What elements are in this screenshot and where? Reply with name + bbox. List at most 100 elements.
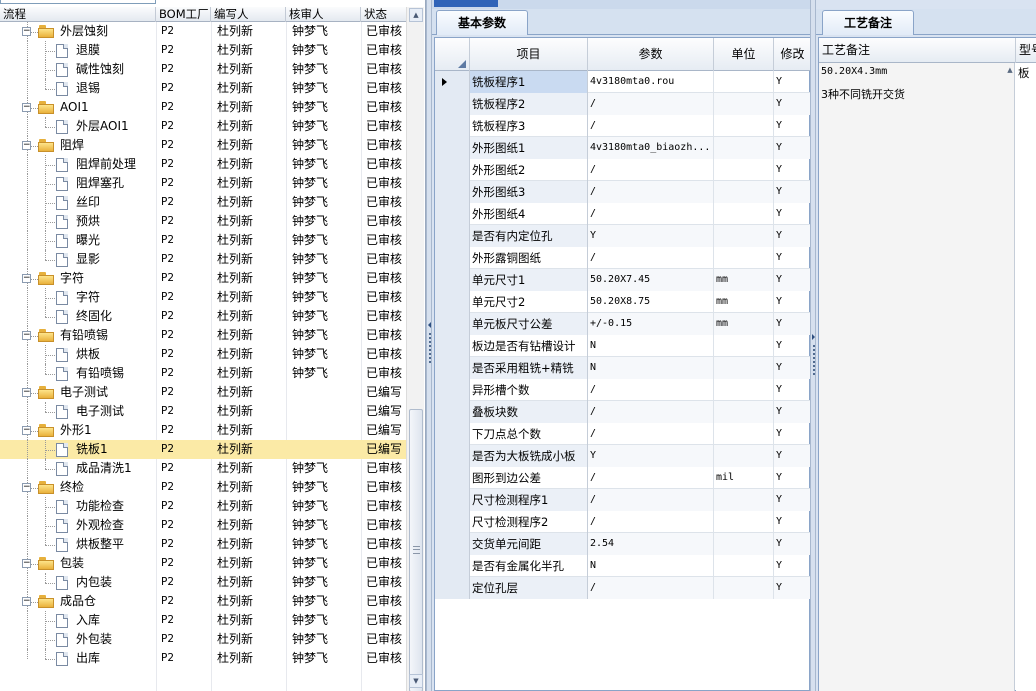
row-indicator[interactable] [435,137,470,159]
tree-leaf-row[interactable]: 烘板 P2 杜列新 钟梦飞 已审核 [0,345,406,364]
row-indicator[interactable] [435,511,470,533]
param-value-cell[interactable]: 2.54 [588,533,714,555]
param-value-cell[interactable]: N [588,357,714,379]
param-row[interactable]: 铣板程序1 4v3180mta0.rou Y [435,71,810,93]
param-mod-cell[interactable]: Y [774,445,810,467]
param-unit-cell[interactable] [714,137,774,159]
param-value-cell[interactable]: 50.20X8.75 [588,291,714,313]
param-unit-cell[interactable] [714,225,774,247]
col-header-process[interactable]: 流程 [0,7,156,22]
type-cell[interactable]: 板 [1016,63,1036,691]
param-row[interactable]: 叠板块数 / Y [435,401,810,423]
param-unit-cell[interactable] [714,401,774,423]
tree-leaf-row[interactable]: 字符 P2 杜列新 钟梦飞 已审核 [0,288,406,307]
collapse-icon[interactable]: − [22,483,31,492]
param-unit-cell[interactable] [714,181,774,203]
grid-corner-icon[interactable] [435,38,470,71]
param-unit-cell[interactable] [714,423,774,445]
collapse-icon[interactable]: − [22,597,31,606]
param-value-cell[interactable]: N [588,335,714,357]
param-unit-cell[interactable]: mm [714,269,774,291]
param-mod-cell[interactable]: Y [774,291,810,313]
row-indicator[interactable] [435,357,470,379]
tree-leaf-row[interactable]: 有铅喷锡 P2 杜列新 钟梦飞 已审核 [0,364,406,383]
param-row[interactable]: 外形图纸4/ Y [435,203,810,225]
param-row[interactable]: 是否采用粗铣+精铣 N Y [435,357,810,379]
param-row[interactable]: 外形露铜图纸 / Y [435,247,810,269]
row-indicator[interactable] [435,291,470,313]
row-indicator[interactable] [435,247,470,269]
tree-scrollbar[interactable]: ▲ ▼ [406,7,424,691]
param-value-cell[interactable]: / [588,93,714,115]
param-value-cell[interactable]: / [588,423,714,445]
row-indicator[interactable] [435,445,470,467]
tree-leaf-row[interactable]: 成品清洗1 P2 杜列新 钟梦飞 已审核 [0,459,406,478]
row-indicator[interactable] [435,533,470,555]
param-row[interactable]: 外形图纸3/ Y [435,181,810,203]
tree-folder-row[interactable]: − 成品仓 P2 杜列新 钟梦飞 已审核 [0,592,406,611]
tree-folder-row[interactable]: − AOI1 P2 杜列新 钟梦飞 已审核 [0,98,406,117]
tree-leaf-row[interactable]: 电子测试 P2 杜列新 已编写 [0,402,406,421]
row-indicator[interactable] [435,379,470,401]
param-mod-cell[interactable]: Y [774,269,810,291]
tree-leaf-row[interactable]: 内包装 P2 杜列新 钟梦飞 已审核 [0,573,406,592]
collapse-icon[interactable]: − [22,274,31,283]
param-row[interactable]: 外形图纸1 4v3180mta0_biaozh... Y [435,137,810,159]
param-row[interactable]: 尺寸检测程序1/ Y [435,489,810,511]
param-mod-cell[interactable]: Y [774,93,810,115]
param-value-cell[interactable]: / [588,577,714,599]
param-row[interactable]: 图形到边公差 / mil Y [435,467,810,489]
tree-leaf-row[interactable]: 阻焊前处理 P2 杜列新 钟梦飞 已审核 [0,155,406,174]
param-unit-cell[interactable] [714,93,774,115]
param-mod-cell[interactable]: Y [774,159,810,181]
param-value-cell[interactable]: / [588,247,714,269]
tree-leaf-row[interactable]: 出库 P2 杜列新 钟梦飞 已审核 [0,649,406,668]
tab-basic-params[interactable]: 基本参数 [436,10,528,35]
note-scroll-up-icon[interactable]: ▲ [1005,64,1015,76]
tab-process-notes[interactable]: 工艺备注 [822,10,914,35]
param-mod-cell[interactable]: Y [774,555,810,577]
col-header-unit[interactable]: 单位 [714,38,774,71]
row-indicator[interactable] [435,225,470,247]
param-mod-cell[interactable]: Y [774,401,810,423]
top-tab-active[interactable] [434,0,498,7]
tree-leaf-row[interactable]: 碱性蚀刻 P2 杜列新 钟梦飞 已审核 [0,60,406,79]
col-header-note[interactable]: 工艺备注 [819,38,1016,63]
param-row[interactable]: 异形槽个数 / Y [435,379,810,401]
param-row[interactable]: 铣板程序3/ Y [435,115,810,137]
tree-leaf-row[interactable]: 退膜 P2 杜列新 钟梦飞 已审核 [0,41,406,60]
param-value-cell[interactable]: / [588,181,714,203]
param-unit-cell[interactable] [714,379,774,401]
param-unit-cell[interactable] [714,335,774,357]
param-row[interactable]: 单元尺寸2 50.20X8.75 mm Y [435,291,810,313]
param-mod-cell[interactable]: Y [774,511,810,533]
tree-leaf-row[interactable]: 终固化 P2 杜列新 钟梦飞 已审核 [0,307,406,326]
row-indicator[interactable] [435,269,470,291]
param-value-cell[interactable]: 50.20X7.45 [588,269,714,291]
param-value-cell[interactable]: / [588,203,714,225]
process-note-field[interactable]: 50.20X4.3mm 3种不同铣开交货 [819,63,1015,691]
row-indicator[interactable] [435,115,470,137]
param-value-cell[interactable]: 4v3180mta0.rou [588,71,714,93]
param-mod-cell[interactable]: Y [774,115,810,137]
row-indicator[interactable] [435,71,470,93]
tree-folder-row[interactable]: − 终检 P2 杜列新 钟梦飞 已审核 [0,478,406,497]
tree-leaf-row[interactable]: 丝印 P2 杜列新 钟梦飞 已审核 [0,193,406,212]
tree-folder-row[interactable]: − 阻焊 P2 杜列新 钟梦飞 已审核 [0,136,406,155]
param-value-cell[interactable]: / [588,489,714,511]
param-mod-cell[interactable]: Y [774,71,810,93]
collapse-icon[interactable]: − [22,27,31,36]
param-unit-cell[interactable] [714,71,774,93]
param-row[interactable]: 单元板尺寸公差 +/-0.15 mm Y [435,313,810,335]
param-mod-cell[interactable]: Y [774,379,810,401]
tree-leaf-row[interactable]: 预烘 P2 杜列新 钟梦飞 已审核 [0,212,406,231]
row-indicator[interactable] [435,181,470,203]
param-value-cell[interactable]: 4v3180mta0_biaozh... [588,137,714,159]
param-unit-cell[interactable]: mm [714,313,774,335]
param-mod-cell[interactable]: Y [774,577,810,599]
row-indicator[interactable] [435,555,470,577]
param-unit-cell[interactable] [714,445,774,467]
param-unit-cell[interactable]: mil [714,467,774,489]
collapse-icon[interactable]: − [22,559,31,568]
col-header-status[interactable]: 状态 [361,7,406,22]
